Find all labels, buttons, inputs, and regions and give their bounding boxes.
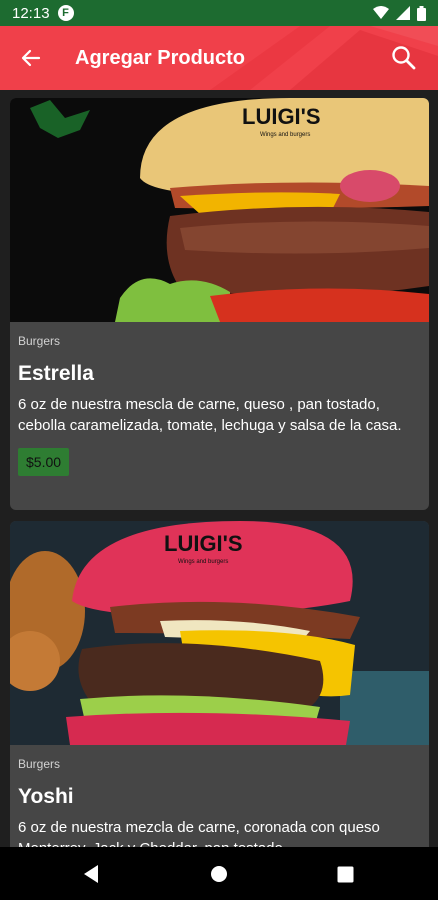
- nav-home-button[interactable]: [204, 859, 234, 889]
- product-image-logo: LUIGI'S: [164, 531, 243, 556]
- screen: 12:13 F Agregar Producto LUIGI'S Wings a…: [0, 0, 438, 900]
- product-image: LUIGI'S Wings and burgers: [10, 98, 429, 322]
- burger-illustration: LUIGI'S Wings and burgers: [10, 98, 429, 322]
- product-name: Yoshi: [18, 785, 74, 808]
- back-triangle-icon: [84, 865, 98, 883]
- status-icons: [373, 5, 426, 21]
- product-description: 6 oz de nuestra mescla de carne, queso ,…: [18, 396, 402, 434]
- nav-back-button[interactable]: [76, 859, 106, 889]
- signal-icon: [396, 6, 410, 20]
- card-body: Burgers Estrella 6 oz de nuestra mescla …: [10, 322, 429, 476]
- back-arrow-icon: [21, 49, 41, 67]
- status-time: 12:13: [12, 4, 50, 22]
- back-button[interactable]: [11, 38, 51, 78]
- home-circle-icon: [211, 866, 227, 882]
- recents-square-icon: [337, 866, 353, 882]
- battery-icon: [417, 5, 426, 21]
- notification-app-icon: F: [57, 5, 74, 21]
- nav-recents-button[interactable]: [330, 859, 360, 889]
- product-name: Estrella: [18, 362, 94, 385]
- search-button[interactable]: [384, 38, 424, 78]
- card-body: Burgers Yoshi 6 oz de nuestra mezcla de …: [10, 745, 429, 847]
- page-title: Agregar Producto: [75, 46, 246, 69]
- product-category: Burgers: [18, 334, 61, 348]
- search-icon: [392, 46, 416, 70]
- product-card[interactable]: LUIGI'S Wings and burgers B: [10, 98, 429, 510]
- system-nav-bar: [0, 847, 438, 900]
- product-image-logo-subtext: Wings and burgers: [178, 559, 228, 565]
- product-description: 6 oz de nuestra mezcla de carne, coronad…: [18, 819, 380, 847]
- burger-illustration: LUIGI'S Wings and burgers: [10, 521, 429, 745]
- product-list[interactable]: LUIGI'S Wings and burgers Burgers Estrel…: [0, 90, 438, 847]
- app-bar: Agregar Producto: [0, 26, 438, 90]
- product-image-logo: LUIGI'S: [242, 104, 321, 129]
- status-bar: 12:13 F: [0, 0, 438, 26]
- product-image: LUIGI'S Wings and burgers: [10, 521, 429, 745]
- product-image-logo-subtext: Wings and burgers: [260, 132, 310, 138]
- price-badge[interactable]: $5.00: [18, 448, 70, 476]
- product-category: Burgers: [18, 757, 61, 771]
- product-card[interactable]: LUIGI'S Wings and burgers B: [10, 521, 429, 847]
- wifi-icon: [373, 6, 389, 19]
